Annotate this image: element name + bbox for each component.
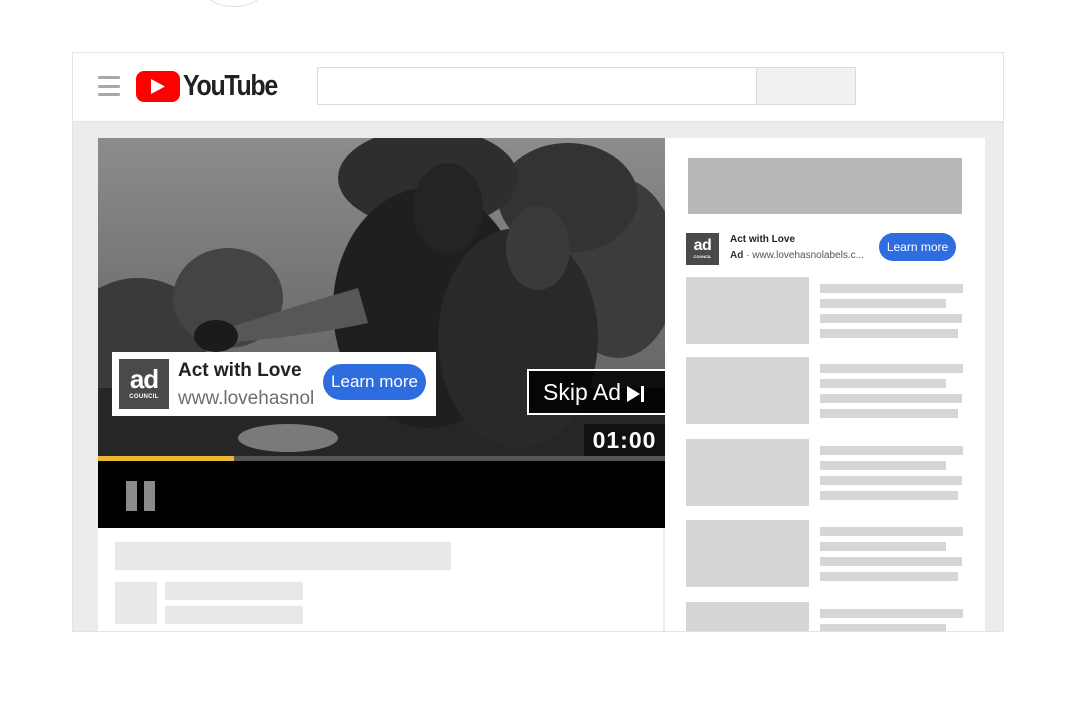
recommendation-text-placeholder <box>820 476 962 485</box>
recommendation-thumbnail-placeholder[interactable] <box>686 520 809 587</box>
ad-url[interactable]: www.lovehasnol <box>178 388 324 410</box>
video-info-area <box>98 528 663 631</box>
sidebar-ad-title[interactable]: Act with Love <box>730 234 795 245</box>
ad-council-logo: ad COUNCIL <box>119 359 169 409</box>
recommendation-text-placeholder <box>820 394 962 403</box>
sidebar-ad-badge: Ad <box>730 250 744 261</box>
recommendation-text-placeholder <box>820 284 963 293</box>
recommendation-text-placeholder <box>820 446 963 455</box>
skip-ad-button[interactable]: Skip Ad <box>527 369 665 415</box>
video-player[interactable]: ad COUNCIL Act with Love www.lovehasnol … <box>98 138 665 528</box>
recommendation-text-placeholder <box>820 314 962 323</box>
channel-meta-placeholder <box>165 606 303 624</box>
recommendation-text-placeholder <box>820 542 946 551</box>
recommendation-text-placeholder <box>820 409 958 418</box>
ad-countdown: 01:00 <box>584 424 665 456</box>
sidebar: ad COUNCIL Act with Love Ad · www.loveha… <box>665 138 985 631</box>
recommendation-text-placeholder <box>820 527 963 536</box>
skip-next-icon <box>627 373 645 415</box>
recommendation-text-placeholder <box>820 461 946 470</box>
ad-overlay-card[interactable]: ad COUNCIL Act with Love www.lovehasnol … <box>112 352 436 416</box>
recommendation-thumbnail-placeholder[interactable] <box>686 357 809 424</box>
recommendation-text-placeholder <box>820 329 958 338</box>
ad-title: Act with Love <box>178 360 302 381</box>
recommendation-text-placeholder <box>820 624 946 631</box>
sidebar-ad-meta: Ad · www.lovehasnolabels.c... <box>730 250 878 261</box>
recommendation-text-placeholder <box>820 572 958 581</box>
masthead: YouTube <box>73 53 1003 122</box>
sidebar-ad-council-logo: ad COUNCIL <box>686 233 719 265</box>
channel-name-placeholder <box>165 582 303 600</box>
search-button[interactable] <box>756 67 856 105</box>
learn-more-button[interactable]: Learn more <box>323 364 426 400</box>
browser-window: YouTube ad COUNCIL Act with Love www.lov… <box>72 52 1004 632</box>
sidebar-learn-more-button[interactable]: Learn more <box>879 233 956 261</box>
title-placeholder <box>115 542 451 570</box>
recommendation-text-placeholder <box>820 299 946 308</box>
recommendation-text-placeholder <box>820 491 958 500</box>
channel-avatar-placeholder <box>115 582 157 624</box>
sidebar-banner-placeholder <box>688 158 962 214</box>
decorative-circle <box>206 0 262 7</box>
youtube-logo-text: YouTube <box>183 69 278 102</box>
youtube-logo[interactable]: YouTube <box>136 69 292 103</box>
recommendation-thumbnail-placeholder[interactable] <box>686 277 809 344</box>
menu-icon[interactable] <box>98 76 120 96</box>
recommendation-thumbnail-placeholder[interactable] <box>686 602 809 631</box>
sidebar-ad-url: · www.lovehasnolabels.c... <box>743 250 864 261</box>
search-input[interactable] <box>317 67 757 105</box>
recommendation-text-placeholder <box>820 364 963 373</box>
player-controls <box>98 461 665 528</box>
pause-icon[interactable] <box>126 481 160 511</box>
recommendation-text-placeholder <box>820 379 946 388</box>
skip-ad-label: Skip Ad <box>543 379 621 405</box>
recommendation-thumbnail-placeholder[interactable] <box>686 439 809 506</box>
recommendation-text-placeholder <box>820 609 963 618</box>
recommendation-text-placeholder <box>820 557 962 566</box>
youtube-play-icon <box>136 70 180 102</box>
